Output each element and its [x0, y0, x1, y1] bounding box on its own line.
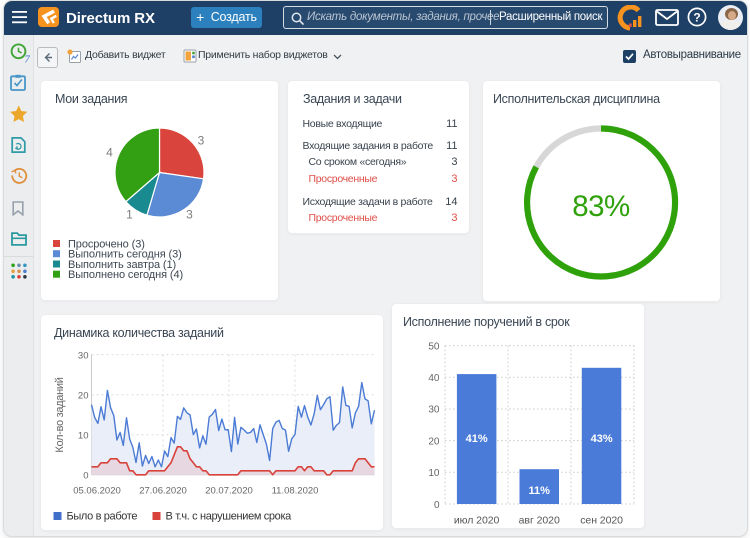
svg-text:0: 0 — [434, 500, 440, 511]
svg-text:1: 1 — [126, 208, 133, 222]
svg-text:30: 30 — [428, 405, 440, 416]
svg-text:20: 20 — [428, 436, 440, 447]
svg-text:10: 10 — [78, 430, 89, 441]
svg-text:4: 4 — [106, 146, 113, 160]
svg-text:11%: 11% — [528, 485, 550, 497]
svg-text:05.06.2020: 05.06.2020 — [73, 485, 121, 496]
svg-text:20.07.2020: 20.07.2020 — [205, 485, 253, 496]
svg-text:43%: 43% — [591, 433, 613, 445]
svg-text:В т.ч. с нарушением срока: В т.ч. с нарушением срока — [166, 510, 293, 522]
svg-text:июл 2020: июл 2020 — [454, 515, 500, 527]
svg-text:27.06.2020: 27.06.2020 — [139, 485, 187, 496]
svg-text:0: 0 — [83, 470, 88, 481]
svg-text:Выполнено сегодня (4): Выполнено сегодня (4) — [68, 269, 183, 281]
svg-text:83%: 83% — [572, 190, 630, 223]
svg-text:сен 2020: сен 2020 — [580, 515, 623, 527]
svg-text:30: 30 — [78, 350, 89, 361]
svg-text:10: 10 — [428, 468, 440, 479]
svg-text:Кол-во заданий: Кол-во заданий — [54, 377, 66, 452]
svg-text:7: 7 — [24, 54, 30, 65]
svg-text:авг 2020: авг 2020 — [519, 515, 560, 527]
svg-text:?: ? — [693, 10, 700, 24]
svg-text:20: 20 — [78, 390, 89, 401]
svg-text:40: 40 — [428, 373, 440, 384]
svg-text:Было в работе: Было в работе — [67, 510, 138, 522]
svg-text:41%: 41% — [466, 433, 488, 445]
svg-text:3: 3 — [186, 208, 193, 222]
svg-text:11.08.2020: 11.08.2020 — [272, 485, 319, 496]
svg-text:50: 50 — [428, 341, 440, 352]
svg-text:3: 3 — [198, 134, 205, 148]
